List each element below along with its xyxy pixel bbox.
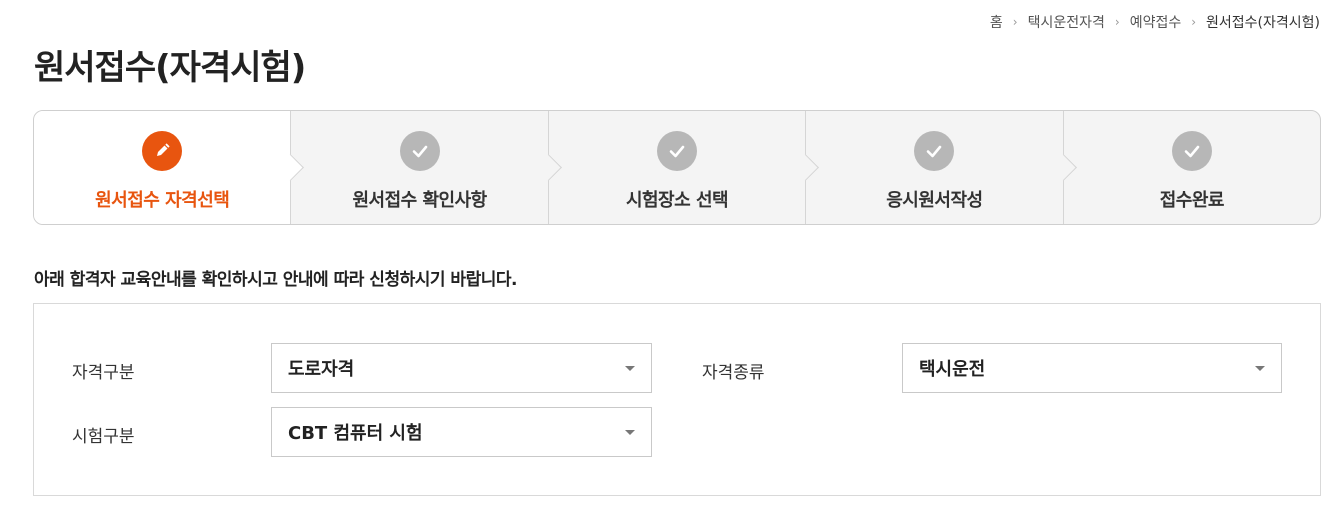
exam-category-value: CBT 컴퓨터 시험	[288, 423, 423, 444]
step-label: 접수완료	[1159, 190, 1225, 211]
breadcrumb-separator: ›	[1012, 15, 1018, 29]
check-icon	[399, 131, 440, 171]
step-qualification-select: 원서접수 자격선택	[34, 111, 305, 224]
page-title: 원서접수(자격시험)	[34, 48, 306, 88]
breadcrumb-reservation[interactable]: 예약접수	[1130, 12, 1182, 32]
step-progress: 원서접수 자격선택 원서접수 확인사항 시험장소 선택 응시원서작성 접수완료	[33, 110, 1321, 225]
breadcrumb-separator: ›	[1114, 15, 1120, 29]
step-label: 원서접수 자격선택	[95, 190, 230, 211]
exam-category-label: 시험구분	[72, 427, 135, 447]
caret-down-icon	[625, 366, 635, 371]
step-label: 시험장소 선택	[625, 190, 729, 211]
step-application-form: 응시원서작성	[805, 111, 1077, 224]
check-icon	[1171, 131, 1212, 171]
breadcrumb-taxi-qualification[interactable]: 택시운전자격	[1028, 12, 1105, 32]
pencil-icon	[142, 131, 183, 171]
breadcrumb: 홈 › 택시운전자격 › 예약접수 › 원서접수(자격시험)	[990, 12, 1320, 32]
breadcrumb-home[interactable]: 홈	[990, 12, 1003, 32]
exam-category-select[interactable]: CBT 컴퓨터 시험	[271, 407, 652, 457]
check-icon	[657, 131, 698, 171]
step-label: 원서접수 확인사항	[352, 190, 487, 211]
qualification-type-select[interactable]: 택시운전	[902, 343, 1282, 393]
caret-down-icon	[625, 430, 635, 435]
step-label: 응시원서작성	[886, 190, 983, 211]
qualification-form: 자격구분 도로자격 자격종류 택시운전 시험구분 CBT 컴퓨터 시험	[33, 303, 1321, 496]
qualification-category-select[interactable]: 도로자격	[271, 343, 652, 393]
check-icon	[914, 131, 955, 171]
breadcrumb-separator: ›	[1191, 15, 1197, 29]
caret-down-icon	[1255, 366, 1265, 371]
breadcrumb-current: 원서접수(자격시험)	[1206, 15, 1320, 31]
qualification-type-value: 택시운전	[919, 359, 986, 380]
step-exam-place: 시험장소 선택	[547, 111, 820, 224]
step-complete: 접수완료	[1062, 111, 1320, 224]
guide-text: 아래 합격자 교육안내를 확인하시고 안내에 따라 신청하시기 바랍니다.	[34, 270, 517, 290]
qualification-type-label: 자격종류	[702, 363, 765, 383]
qualification-category-value: 도로자격	[288, 359, 355, 380]
qualification-category-label: 자격구분	[72, 363, 135, 383]
step-confirmation: 원서접수 확인사항	[290, 111, 562, 224]
